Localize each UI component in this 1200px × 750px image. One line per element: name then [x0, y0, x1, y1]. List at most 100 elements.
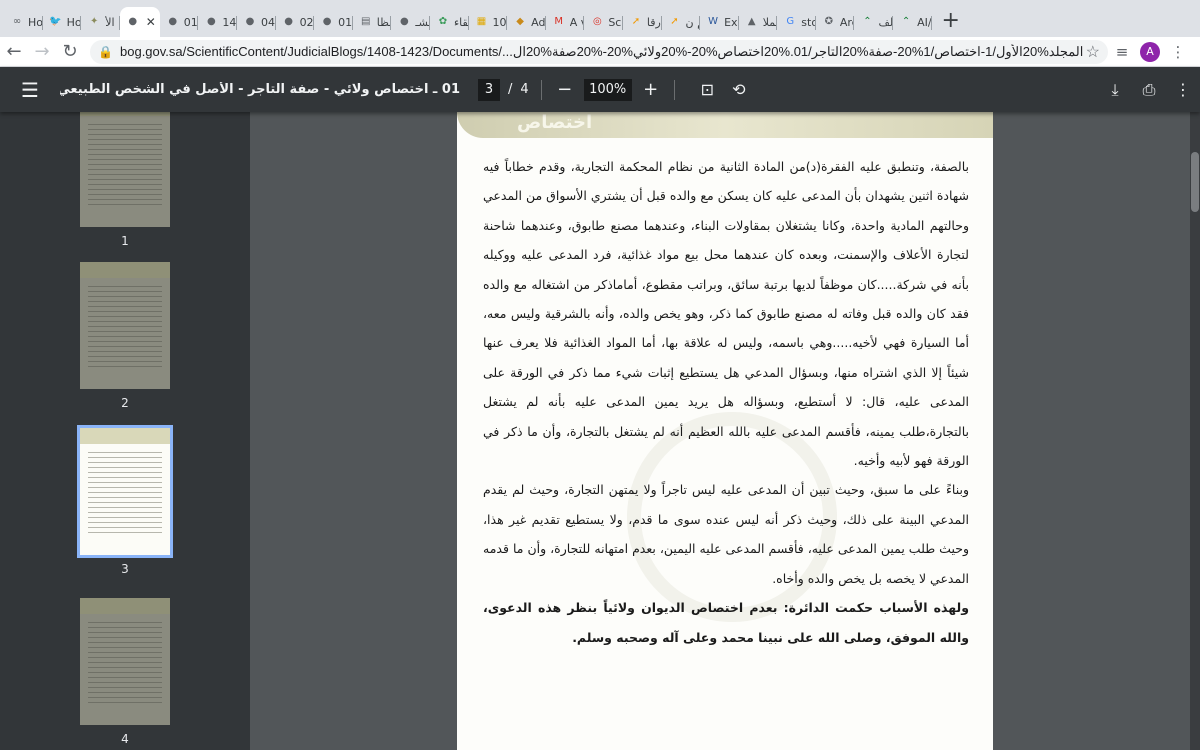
gmail-icon: M — [554, 16, 564, 27]
grid-icon: ▦ — [476, 16, 487, 27]
browser-menu-button[interactable]: ⋮ — [1164, 38, 1192, 66]
browser-tab[interactable]: ✪ Are — [816, 7, 854, 37]
tab-title: نظا — [376, 15, 392, 29]
thumbnail-text-lines — [88, 282, 162, 371]
sc-icon: ◎ — [592, 16, 602, 27]
browser-tab[interactable]: W Ex — [700, 7, 739, 37]
browser-toolbar: ← → ↻ 🔒 bog.gov.sa/ScientificContent/Jud… — [0, 37, 1200, 67]
close-tab-icon[interactable]: ✕ — [146, 15, 156, 29]
tab-title: الأ — [105, 15, 115, 29]
browser-tab[interactable]: ⌃ الف — [854, 7, 893, 37]
forward-button[interactable]: → — [28, 38, 56, 66]
new-tab-button[interactable]: + — [936, 5, 966, 35]
page-thumbnail[interactable] — [80, 598, 170, 725]
fit-to-page-button[interactable]: ⊡ — [701, 80, 714, 99]
zoom-level-input[interactable]: 100% — [583, 78, 632, 101]
document-icon: ▤ — [361, 16, 371, 27]
kebab-menu-icon: ⋮ — [1175, 80, 1191, 99]
paragraph: وبناءً على ما سبق، وحيث تبين أن المدعى ع… — [483, 482, 969, 586]
print-button[interactable]: ⎙ — [1132, 80, 1166, 100]
page-controls: 3 / 4 − 100% + ⊡ ⟲ — [478, 67, 745, 112]
avatar: A — [1140, 41, 1160, 62]
browser-tab[interactable]: ▦ 10 — [469, 7, 508, 37]
page-header-banner: اختصاص — [457, 112, 993, 138]
browser-tab[interactable]: ⌃ AI/ — [893, 7, 932, 37]
caret-icon: ⌃ — [863, 16, 872, 27]
download-button[interactable]: ⤓ — [1098, 80, 1132, 100]
url-text: bog.gov.sa/ScientificContent/JudicialBlo… — [120, 43, 1084, 59]
browser-tab[interactable]: ● 02 — [276, 7, 315, 37]
browser-tab[interactable]: ▤ نظا — [353, 7, 392, 37]
tab-title: نقاء — [453, 15, 469, 29]
pdf-toolbar: ☰ 01 ـ اختصاص ولائي - صفة التاجر - الأصل… — [0, 67, 1200, 112]
zoom-in-button[interactable]: + — [640, 79, 662, 100]
bookmark-star-icon[interactable]: ☆ — [1086, 42, 1100, 62]
globe-icon: ● — [284, 16, 293, 27]
document-viewer[interactable]: اختصاص بالصفة، وتنطبق عليه الفقرة(د)من ا… — [250, 112, 1200, 750]
rocket-icon: ➚ — [670, 16, 679, 27]
page-thumbnail[interactable] — [80, 112, 170, 227]
page-thumbnail[interactable] — [80, 262, 170, 389]
shield-icon: ◆ — [516, 16, 524, 27]
globe-icon: ● — [207, 16, 216, 27]
thumbnail-text-lines — [88, 448, 162, 537]
divider — [673, 79, 675, 100]
tab-title: 10 — [492, 15, 507, 29]
pdf-actions: ⤓ ⎙ ⋮ — [1098, 67, 1200, 112]
browser-tab[interactable]: ✿ نقاء — [430, 7, 469, 37]
tab-title: الف — [878, 15, 894, 29]
page-thumbnail[interactable] — [77, 425, 173, 558]
tab-title: Ad — [531, 15, 546, 29]
back-button[interactable]: ← — [0, 38, 28, 66]
browser-tab[interactable]: ● 14 — [198, 7, 237, 37]
browser-tab[interactable]: ➚ لم ن — [662, 7, 700, 37]
browser-tab[interactable]: ➚ ارقا — [623, 7, 662, 37]
zoom-out-button[interactable]: − — [554, 79, 576, 100]
thumbnail-page-number: 1 — [121, 234, 129, 248]
browser-tab[interactable]: ▲ الملا — [739, 7, 777, 37]
browser-tab[interactable]: ● مشـ — [391, 7, 430, 37]
tab-title: Sc — [608, 15, 622, 29]
caret-icon: ⌃ — [901, 16, 911, 27]
scrollbar-thumb[interactable] — [1191, 152, 1199, 212]
browser-tab[interactable]: ∞ Ho — [4, 7, 43, 37]
sidebar-toggle-button[interactable]: ☰ — [0, 78, 60, 102]
viewer-scrollbar[interactable] — [1190, 112, 1200, 750]
leaf-icon: ✿ — [438, 16, 448, 27]
rotate-button[interactable]: ⟲ — [732, 80, 745, 99]
browser-tab[interactable]: Gsto — [777, 7, 816, 37]
link-icon: ∞ — [12, 16, 22, 27]
address-bar[interactable]: 🔒 bog.gov.sa/ScientificContent/JudicialB… — [90, 39, 1108, 64]
more-actions-button[interactable]: ⋮ — [1166, 80, 1200, 99]
thumbnail-page-number: 4 — [121, 732, 129, 746]
browser-tab[interactable]: ✦ الأ — [81, 7, 120, 37]
tab-title: 01 — [338, 15, 353, 29]
thumbnail-sidebar: 1 2 3 4 — [0, 112, 250, 750]
browser-tab[interactable]: ◆ Ad — [507, 7, 546, 37]
browser-tab[interactable]: 🐦 Ho — [43, 7, 82, 37]
globe-icon: ● — [322, 16, 332, 27]
tab-title: Ho — [66, 15, 82, 29]
page-number-input[interactable]: 3 — [478, 78, 500, 101]
browser-tab[interactable]: ◎ Sc — [584, 7, 623, 37]
tab-title: 14 — [222, 15, 237, 29]
twitter-icon: 🐦 — [49, 16, 62, 27]
total-pages: 4 — [520, 82, 529, 97]
google-icon: G — [786, 16, 795, 27]
browser-tab[interactable]: ● ✕ — [119, 7, 160, 37]
page-body: بالصفة، وتنطبق عليه الفقرة(د)من المادة ا… — [483, 152, 969, 652]
browser-tab[interactable]: ● 04 — [237, 7, 276, 37]
reload-button[interactable]: ↻ — [56, 38, 84, 66]
reading-list-button[interactable]: ≡ — [1108, 38, 1136, 66]
browser-tab[interactable]: ● 01 — [314, 7, 353, 37]
arrow-left-icon: ← — [6, 41, 22, 62]
globe-icon: ● — [168, 16, 178, 27]
browser-tab[interactable]: MA v — [546, 7, 585, 37]
compass-icon: ✪ — [824, 16, 834, 27]
profile-button[interactable]: A — [1136, 38, 1164, 66]
header-emblem-text: اختصاص — [517, 112, 593, 133]
browser-tab[interactable]: ● 01 — [160, 7, 199, 37]
emblem-icon: ✦ — [89, 16, 99, 27]
tab-title: 01 — [183, 15, 198, 29]
tab-title: A v — [569, 15, 585, 29]
